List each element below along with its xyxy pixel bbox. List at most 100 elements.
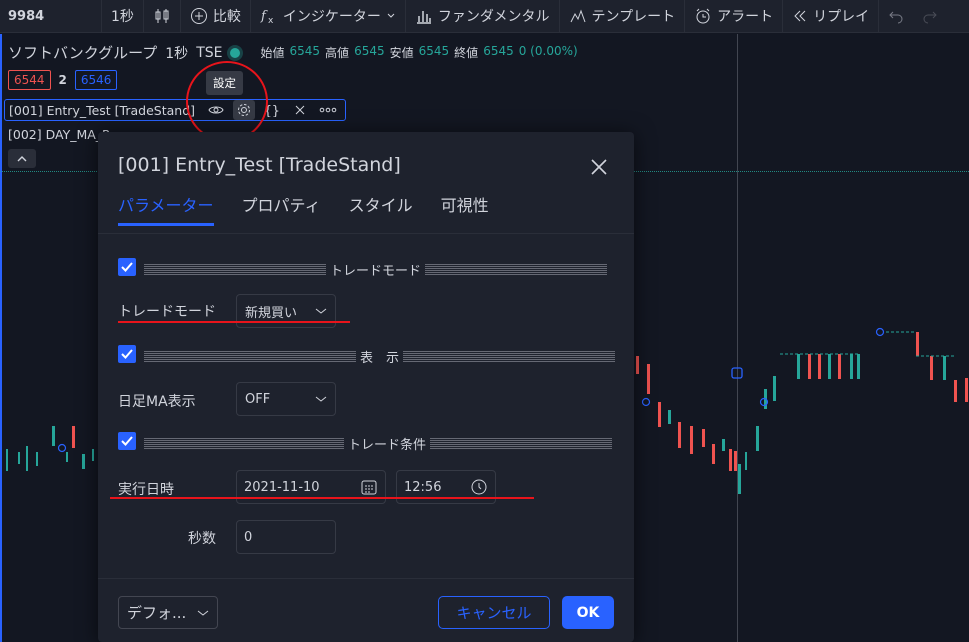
symbol-legend[interactable]: ソフトバンクグループ 1秒 TSE 始値 6545 高値 6545 安値 6545 終… (8, 42, 578, 63)
templates-label: テンプレート (591, 9, 676, 25)
separator-hatch (425, 264, 608, 275)
trade-mode-value: 新規買い (245, 305, 298, 321)
candles-right (636, 327, 968, 494)
legend-interval: 1秒 (165, 45, 189, 62)
symbol-name: ソフトバンクグループ (8, 44, 158, 62)
seconds-label: 秒数 (188, 531, 216, 547)
symbol-search[interactable]: 9984 (0, 0, 102, 33)
daily-ma-value: OFF (245, 391, 271, 407)
trade-mode-checkbox[interactable] (118, 258, 136, 276)
exec-date-value: 2021-11-10 (244, 479, 320, 495)
checkmark-icon (121, 262, 133, 272)
tab-visibility[interactable]: 可視性 (441, 192, 489, 226)
buy-price-button[interactable]: 6546 (74, 70, 118, 90)
template-icon (570, 9, 585, 23)
trade-condition-checkbox[interactable] (118, 432, 136, 450)
indicators-label: インジケーター (282, 9, 381, 25)
chevron-down-icon (315, 308, 327, 314)
bar-chart-icon (416, 11, 431, 24)
dialog-title: [001] Entry_Test [TradeStand] (118, 154, 401, 176)
market-status-dot (230, 47, 241, 58)
calendar-icon (361, 480, 377, 495)
redo-button[interactable] (913, 0, 942, 33)
indicators-button[interactable]: fx インジケーター (251, 0, 406, 33)
annotation-circle (186, 61, 268, 142)
display-checkbox[interactable] (118, 345, 136, 363)
annotation-underline (118, 321, 350, 323)
section-title-trade-mode: トレードモード (330, 264, 422, 279)
low-label: 安値 (389, 46, 414, 60)
separator-hatch (144, 264, 326, 275)
cancel-button[interactable]: キャンセル (438, 596, 550, 629)
fundamentals-label: ファンダメンタル (437, 9, 550, 25)
trade-condition-section-header: トレード条件 (144, 434, 613, 453)
interval-label: 1秒 (111, 9, 134, 25)
ok-button[interactable]: OK (562, 596, 614, 629)
plus-circle-icon (190, 8, 207, 24)
separator-hatch (430, 438, 613, 449)
checkmark-icon (121, 349, 133, 359)
tab-parameters[interactable]: パラメーター (118, 192, 214, 226)
clock-icon (471, 479, 487, 495)
alert-label: アラート (717, 9, 774, 25)
open-value: 6545 (289, 44, 321, 58)
tab-properties[interactable]: プロパティ (242, 192, 321, 226)
chevron-down-icon (315, 396, 327, 402)
chevron-down-icon (197, 610, 209, 616)
trade-mode-section-header: トレードモード (144, 260, 608, 279)
collapse-legend-button[interactable] (8, 149, 36, 168)
high-value: 6545 (354, 44, 385, 58)
candle-chart-icon (155, 9, 169, 23)
chart-type-button[interactable] (144, 0, 181, 33)
remove-indicator-button[interactable] (289, 100, 311, 120)
fundamentals-button[interactable]: ファンダメンタル (406, 0, 560, 33)
dialog-close-button[interactable] (588, 156, 610, 178)
alert-button[interactable]: アラート (685, 0, 784, 33)
chevron-up-icon (17, 155, 27, 161)
close-icon (591, 159, 607, 175)
footer-divider (98, 578, 634, 579)
symbol-text: 9984 (8, 8, 45, 24)
redo-icon (923, 11, 937, 24)
replay-button[interactable]: リプレイ (783, 0, 880, 33)
fx-icon: fx (260, 9, 274, 25)
indicator-legend-row[interactable]: [001] Entry_Test [TradeStand] {} (4, 99, 347, 121)
daily-ma-label: 日足MA表示 (118, 394, 196, 410)
templates-button[interactable]: テンプレート (560, 0, 686, 33)
daily-ma-select[interactable]: OFF (236, 382, 336, 416)
candles-left (6, 426, 94, 471)
open-label: 始値 (260, 46, 285, 60)
buy-sell-buttons: 6544 2 6546 (8, 70, 118, 90)
section-title-display: 表 示 (360, 351, 400, 366)
dialog-tabs: パラメーター プロパティ スタイル 可視性 (118, 192, 489, 226)
replay-label: リプレイ (813, 9, 870, 25)
seconds-value: 0 (244, 529, 253, 545)
trade-mode-label: トレードモード (118, 304, 216, 320)
alarm-clock-icon (696, 8, 710, 24)
exec-time-value: 12:56 (404, 479, 442, 495)
top-toolbar: 9984 1秒 比較 fx インジケーター ファンダメンタル テンプレート アラ… (0, 0, 969, 33)
compare-button[interactable]: 比較 (181, 0, 251, 33)
exec-datetime-label: 実行日時 (118, 482, 174, 498)
more-button[interactable] (317, 100, 339, 120)
compare-label: 比較 (212, 9, 241, 25)
more-dots-icon (319, 107, 337, 113)
undo-icon (889, 11, 903, 24)
chevron-down-icon (387, 13, 395, 18)
close-label: 終値 (454, 46, 479, 60)
undo-button[interactable] (879, 0, 913, 33)
tabs-divider (98, 233, 634, 234)
seconds-input[interactable]: 0 (236, 520, 336, 554)
separator-hatch (144, 351, 356, 362)
defaults-dropdown[interactable]: デフォ... (118, 596, 218, 629)
section-title-trade-condition: トレード条件 (348, 438, 427, 453)
indicator-name: [001] Entry_Test [TradeStand] (9, 102, 196, 118)
spread-value: 2 (58, 73, 67, 87)
sell-price-button[interactable]: 6544 (8, 70, 51, 90)
legend-exchange: TSE (196, 44, 223, 61)
change-value: 0 (0.00%) (518, 44, 578, 58)
close-icon (295, 105, 305, 115)
display-section-header: 表 示 (144, 347, 616, 366)
interval-button[interactable]: 1秒 (102, 0, 144, 33)
tab-style[interactable]: スタイル (349, 192, 413, 226)
